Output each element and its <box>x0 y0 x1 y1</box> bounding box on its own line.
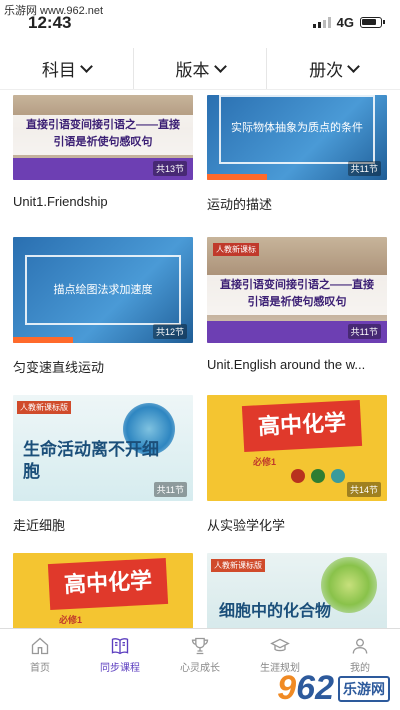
lesson-count: 共11节 <box>347 161 381 176</box>
lesson-count: 共14节 <box>346 482 381 497</box>
course-card[interactable]: 人教新课标版 细胞中的化合物 <box>207 553 387 628</box>
thumbnail-text: 描点绘图法求加速度 <box>53 284 153 296</box>
lab-flasks-illustration <box>291 469 345 483</box>
graduation-cap-icon <box>270 638 290 651</box>
course-card[interactable]: 人教新课标版 生命活动离不开细胞 共11节 走近细胞 <box>13 395 193 534</box>
status-indicators: 4G <box>312 15 385 30</box>
course-thumbnail: 人教新课标版 生命活动离不开细胞 共11节 <box>13 395 193 501</box>
signal-icon <box>312 17 331 28</box>
tab-sync-course[interactable]: 同步课程 <box>80 629 160 680</box>
course-title: Unit1.Friendship <box>13 194 108 209</box>
thumbnail-subtext: 必修1 <box>253 457 277 467</box>
edition-badge: 人教新课标 <box>213 243 259 256</box>
chevron-down-icon <box>347 59 361 73</box>
course-card[interactable]: 高中化学 必修1 <box>13 553 193 628</box>
course-card[interactable]: 人教新课标 直接引语变间接引语之——直接引语是祈使句感叹句 共11节 Unit.… <box>207 237 387 372</box>
tab-sync-course-label: 同步课程 <box>100 662 140 674</box>
tab-mind-growth-label: 心灵成长 <box>180 662 220 674</box>
battery-icon <box>360 17 385 28</box>
book-icon <box>111 637 129 654</box>
thumbnail-text: 直接引语变间接引语之——直接引语是祈使句感叹句 <box>26 119 180 148</box>
course-thumbnail: 高中化学 必修1 共14节 <box>207 395 387 501</box>
lesson-count: 共11节 <box>347 324 381 339</box>
home-icon <box>31 637 49 654</box>
edition-badge: 人教新课标版 <box>211 559 265 572</box>
edition-badge: 人教新课标版 <box>17 401 71 414</box>
filter-edition-label: 版本 <box>175 61 210 80</box>
course-title: 从实验学化学 <box>207 518 286 533</box>
filter-subject[interactable]: 科目 <box>0 48 134 89</box>
thumbnail-text: 细胞中的化合物 <box>219 603 332 620</box>
course-thumbnail: 描点绘图法求加速度 共12节 <box>13 237 193 343</box>
watermark-site-name: 乐游网 <box>338 675 390 702</box>
filter-volume[interactable]: 册次 <box>267 48 400 89</box>
tab-home-label: 首页 <box>30 662 50 674</box>
thumbnail-text: 生命活动离不开细胞 <box>23 440 159 481</box>
thumbnail-text: 高中化学 <box>257 409 347 440</box>
thumbnail-subtext: 必修1 <box>59 615 83 625</box>
filter-subject-label: 科目 <box>41 61 76 80</box>
thumbnail-text: 直接引语变间接引语之——直接引语是祈使句感叹句 <box>220 279 374 308</box>
course-thumbnail: 人教新课标版 细胞中的化合物 <box>207 553 387 628</box>
watermark-brand: 962 乐游网 <box>277 669 390 708</box>
course-grid: 直接引语变间接引语之——直接引语是祈使句感叹句 共13节 Unit1.Frien… <box>0 95 400 628</box>
filter-edition[interactable]: 版本 <box>134 48 268 89</box>
trophy-icon <box>191 637 209 654</box>
lesson-count: 共11节 <box>153 482 187 497</box>
chevron-down-icon <box>79 59 93 73</box>
network-type: 4G <box>336 15 354 30</box>
filter-bar: 科目 版本 册次 <box>0 48 400 90</box>
chevron-down-icon <box>213 59 227 73</box>
course-card[interactable]: 描点绘图法求加速度 共12节 匀变速直线运动 <box>13 237 193 376</box>
course-title: 运动的描述 <box>207 197 273 212</box>
lesson-count: 共13节 <box>152 161 187 176</box>
course-card[interactable]: 实际物体抽象为质点的条件 共11节 运动的描述 <box>207 95 387 213</box>
tab-mind-growth[interactable]: 心灵成长 <box>160 629 240 680</box>
course-card[interactable]: 高中化学 必修1 共14节 从实验学化学 <box>207 395 387 534</box>
course-title: Unit.English around the w... <box>207 357 366 372</box>
course-thumbnail: 直接引语变间接引语之——直接引语是祈使句感叹句 共13节 <box>13 95 193 180</box>
status-bar: 12:43 4G <box>0 0 400 38</box>
course-title: 走近细胞 <box>13 518 66 533</box>
filter-volume-label: 册次 <box>309 61 344 80</box>
course-title: 匀变速直线运动 <box>13 360 105 375</box>
lesson-count: 共12节 <box>152 324 187 339</box>
status-time: 12:43 <box>28 13 72 32</box>
course-thumbnail: 实际物体抽象为质点的条件 共11节 <box>207 95 387 180</box>
course-card[interactable]: 直接引语变间接引语之——直接引语是祈使句感叹句 共13节 Unit1.Frien… <box>13 95 193 209</box>
watermark-logo: 962 <box>277 669 334 707</box>
course-thumbnail: 高中化学 必修1 <box>13 553 193 628</box>
user-icon <box>352 638 368 654</box>
course-thumbnail: 人教新课标 直接引语变间接引语之——直接引语是祈使句感叹句 共11节 <box>207 237 387 343</box>
thumbnail-text: 实际物体抽象为质点的条件 <box>231 122 363 134</box>
thumbnail-text: 高中化学 <box>63 567 153 598</box>
tab-home[interactable]: 首页 <box>0 629 80 680</box>
